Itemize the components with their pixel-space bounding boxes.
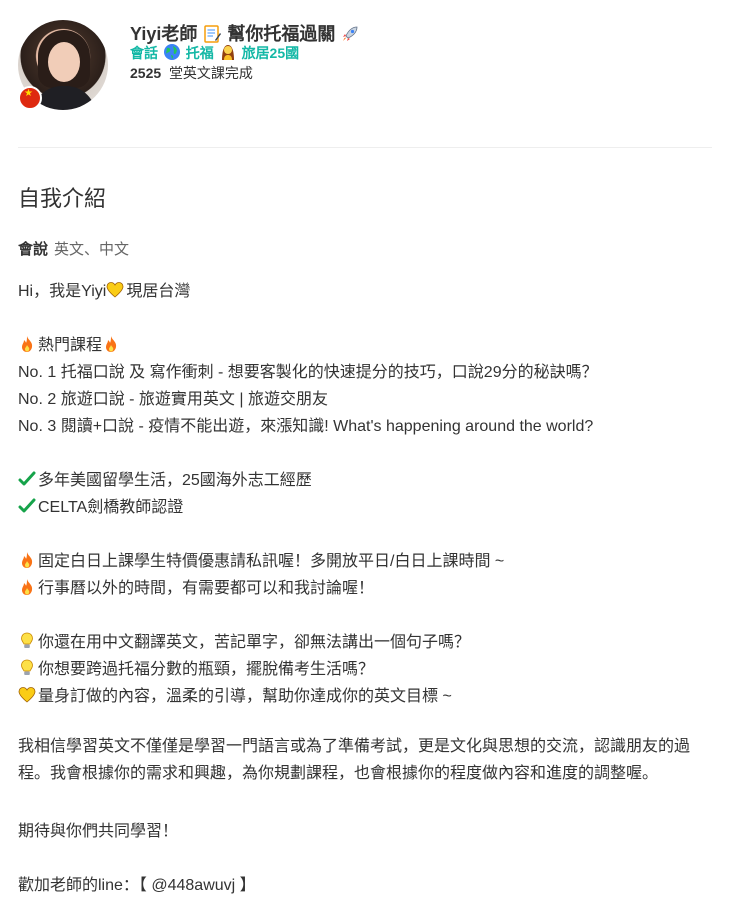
fire-icon [22,336,33,352]
header-divider [18,147,712,148]
memo-icon [204,25,222,43]
greeting-line: Hi，我是Yiyi 現居台灣 [18,282,191,300]
lessons-completed: 2525 堂英文課完成 [130,65,253,81]
closing-line: 期待與你們共同學習！ [18,823,179,840]
yellow-heart-icon [106,282,124,298]
bulb-icon [21,632,33,648]
question-item-1: 你還在用中文翻譯英文，苦記單字，卻無法講出一個句子嗎？ [18,628,470,652]
check-icon [18,498,36,513]
question-item-2: 你想要跨過托福分數的瓶頸，擺脫備考生活嗎？ [18,655,374,679]
course-item-2: No. 2 旅遊口說 - 旅遊實用英文 | 旅遊交朋友 [18,391,328,408]
speaks-languages: 會說 英文、中文 [18,241,130,258]
hot-courses-heading: 熱門課程 [18,331,122,355]
bulb-icon [21,659,33,675]
rocket-icon [343,26,358,41]
fire-icon [22,579,33,595]
tutor-tags: 會話 托福 旅居25國 [130,44,300,61]
philosophy-paragraph: 我相信學習英文不僅僅是學習一門語言或為了準備考試，更是文化與思想的交流，認識朋友… [18,738,691,782]
woman-icon [221,45,234,60]
globe-icon [163,44,180,60]
check-icon [18,471,36,486]
fire-icon [106,336,117,352]
line-id: 歡加老師的line：【 @448awuvj 】 [18,877,256,894]
experience-item-1: 多年美國留學生活，25國海外志工經歷 [18,466,312,490]
about-title: 自我介紹 [18,186,107,211]
china-flag-icon: ★ [18,86,42,110]
fire-icon [22,552,33,568]
tutor-header: ★ Yiyi老師 幫你托福過關 會話 托福 旅居25國 2525 堂英文課完成 [18,18,718,113]
yellow-heart-icon [18,687,36,703]
question-item-3: 量身訂做的內容，溫柔的引導，幫助你達成你的英文目標 ~ [18,682,452,706]
course-item-3: No. 3 閱讀+口說 - 疫情不能出遊，來漲知識! What's happen… [18,418,594,435]
experience-item-2: CELTA劍橋教師認證 [18,493,183,517]
note-item-1: 固定白日上課學生特價優惠請私訊喔！多開放平日/白日上課時間 ~ [18,547,504,571]
note-item-2: 行事曆以外的時間，有需要都可以和我討論喔！ [18,574,374,598]
course-item-1: No. 1 托福口說 及 寫作衝刺 - 想要客製化的快速提分的技巧，口說29分的… [18,364,598,381]
